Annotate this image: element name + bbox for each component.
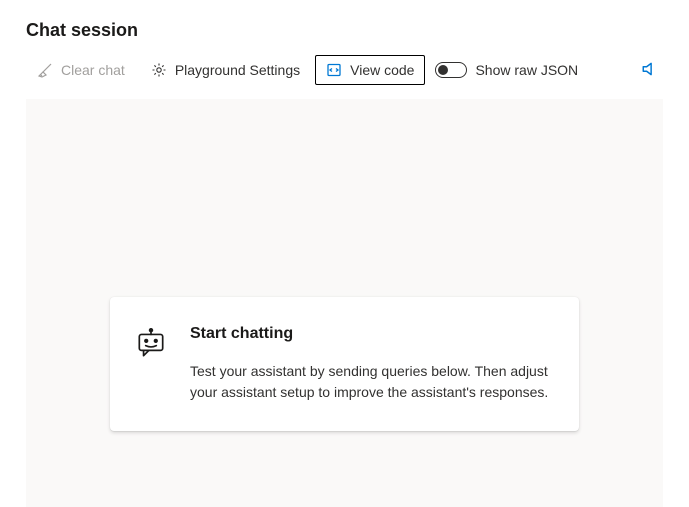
show-raw-json-label: Show raw JSON xyxy=(475,62,578,78)
clear-chat-button[interactable]: Clear chat xyxy=(26,55,136,85)
playground-settings-label: Playground Settings xyxy=(175,62,300,78)
speaker-icon xyxy=(641,60,659,81)
bot-icon xyxy=(134,325,168,361)
show-raw-json-toggle-group: Show raw JSON xyxy=(435,62,578,78)
broom-icon xyxy=(37,62,53,78)
code-icon xyxy=(326,62,342,78)
empty-state-body: Test your assistant by sending queries b… xyxy=(190,361,551,403)
toolbar: Clear chat Playground Settings View code xyxy=(0,55,689,99)
page-title: Chat session xyxy=(0,0,689,55)
empty-state-title: Start chatting xyxy=(190,325,551,343)
view-code-button[interactable]: View code xyxy=(315,55,425,85)
empty-state-card: Start chatting Test your assistant by se… xyxy=(110,297,579,431)
toggle-knob xyxy=(438,65,448,75)
clear-chat-label: Clear chat xyxy=(61,62,125,78)
gear-icon xyxy=(151,62,167,78)
chat-session-panel: Chat session Clear chat Playground Setti… xyxy=(0,0,689,507)
speaker-button[interactable] xyxy=(637,56,663,85)
empty-state-content: Start chatting Test your assistant by se… xyxy=(190,325,551,403)
show-raw-json-toggle[interactable] xyxy=(435,62,467,78)
playground-settings-button[interactable]: Playground Settings xyxy=(140,55,311,85)
view-code-label: View code xyxy=(350,62,414,78)
chat-area: Start chatting Test your assistant by se… xyxy=(26,99,663,507)
